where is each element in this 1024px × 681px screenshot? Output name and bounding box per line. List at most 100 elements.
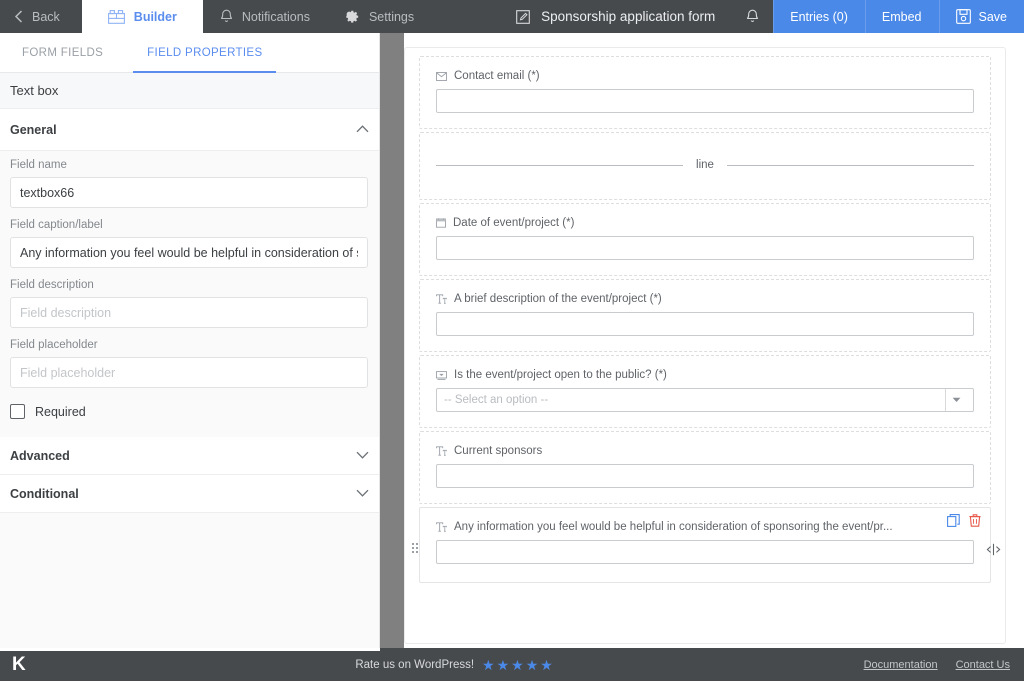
embed-label: Embed	[881, 9, 922, 24]
form-field-brief-description[interactable]: A brief description of the event/project…	[419, 279, 991, 352]
form-field-select[interactable]: -- Select an option --	[436, 388, 974, 412]
form-field-input[interactable]	[436, 540, 974, 564]
duplicate-icon[interactable]	[947, 514, 960, 527]
chevron-down-icon[interactable]	[945, 389, 966, 411]
gear-icon	[344, 9, 360, 25]
field-placeholder-group: Field placeholder	[10, 339, 369, 388]
bell-icon	[220, 9, 233, 24]
form-field-label: Is the event/project open to the public?…	[454, 369, 667, 381]
tab-builder-label: Builder	[133, 9, 177, 24]
tab-settings[interactable]: Settings	[327, 0, 431, 33]
contact-us-link[interactable]: Contact Us	[956, 659, 1010, 671]
star-icon[interactable]: ★	[540, 658, 553, 672]
drag-handle-icon[interactable]	[412, 543, 418, 553]
form-field-label-row: Current sponsors	[436, 445, 974, 457]
form-field-label: Any information you feel would be helpfu…	[454, 521, 893, 533]
star-icon[interactable]: ★	[497, 658, 510, 672]
main-area: FORM FIELDS FIELD PROPERTIES Text box Ge…	[0, 33, 1024, 648]
resize-handle-icon[interactable]	[986, 543, 1001, 556]
form-field-label: A brief description of the event/project…	[454, 293, 662, 305]
line-right	[726, 164, 974, 166]
field-description-group: Field description	[10, 279, 369, 328]
required-checkbox[interactable]	[10, 404, 25, 419]
star-icon[interactable]: ★	[526, 658, 539, 672]
tab-form-fields[interactable]: FORM FIELDS	[0, 33, 125, 73]
back-button[interactable]: Back	[0, 0, 82, 33]
field-description-label: Field description	[10, 279, 94, 291]
field-properties-sidebar: FORM FIELDS FIELD PROPERTIES Text box Ge…	[0, 33, 380, 648]
form-field-input[interactable]	[436, 312, 974, 336]
section-general-body: Field name Field caption/label Field des…	[0, 151, 379, 437]
form-field-contact-email[interactable]: Contact email (*)	[419, 56, 991, 129]
selected-field-type-label: Text box	[10, 83, 59, 98]
footer-links: Documentation Contact Us	[864, 659, 1024, 671]
tab-builder[interactable]: Builder	[81, 0, 203, 33]
footer-progress-indicator	[0, 648, 380, 651]
selected-field-type-header: Text box	[0, 73, 379, 109]
tab-notifications-label: Notifications	[241, 9, 310, 24]
save-label: Save	[978, 9, 1008, 24]
field-name-input[interactable]	[10, 177, 368, 208]
tab-field-properties[interactable]: FIELD PROPERTIES	[125, 33, 284, 73]
form-field-additional-information[interactable]: Any information you feel would be helpfu…	[412, 507, 1001, 583]
tab-field-properties-label: FIELD PROPERTIES	[147, 47, 263, 59]
chevron-down-icon	[356, 488, 369, 500]
save-button[interactable]: Save	[938, 0, 1024, 33]
form-field-line-divider[interactable]: line	[419, 132, 991, 200]
section-advanced-header[interactable]: Advanced	[0, 437, 379, 475]
star-icon[interactable]: ★	[511, 658, 524, 672]
form-field-input[interactable]	[436, 464, 974, 488]
form-field-input[interactable]	[436, 236, 974, 260]
tab-notifications[interactable]: Notifications	[203, 0, 327, 33]
field-placeholder-input[interactable]	[10, 357, 368, 388]
form-field-open-to-public[interactable]: Is the event/project open to the public?…	[419, 355, 991, 428]
chevron-down-icon	[356, 450, 369, 462]
form-field-label-row: A brief description of the event/project…	[436, 293, 974, 305]
form-field-date-of-event[interactable]: Date of event/project (*)	[419, 203, 991, 276]
field-actions	[947, 514, 981, 527]
field-description-input[interactable]	[10, 297, 368, 328]
required-label: Required	[35, 404, 86, 419]
form-title[interactable]: Sponsorship application form	[499, 0, 732, 33]
form-title-text: Sponsorship application form	[541, 9, 716, 24]
form-field-input[interactable]	[436, 89, 974, 113]
star-rating[interactable]: ★ ★ ★ ★ ★	[482, 658, 553, 672]
field-name-label: Field name	[10, 159, 67, 171]
entries-button[interactable]: Entries (0)	[773, 0, 865, 33]
tab-settings-label: Settings	[368, 9, 415, 24]
form-field-select-value: -- Select an option --	[444, 394, 549, 406]
top-navigation-bar: Back Builder Notifications Settings Spon…	[0, 0, 1024, 33]
tab-form-fields-label: FORM FIELDS	[22, 47, 104, 59]
star-icon[interactable]: ★	[482, 658, 495, 672]
chevron-up-icon	[356, 124, 369, 136]
panel-divider[interactable]	[380, 33, 404, 648]
field-placeholder-label: Field placeholder	[10, 339, 98, 351]
section-conditional-label: Conditional	[10, 486, 79, 501]
sidebar-tabs: FORM FIELDS FIELD PROPERTIES	[0, 33, 379, 73]
envelope-icon	[436, 71, 447, 81]
notifications-bell-button[interactable]	[732, 0, 773, 33]
form-field-label-row: Is the event/project open to the public?…	[436, 369, 974, 381]
required-row: Required	[10, 404, 369, 419]
text-format-icon	[436, 522, 447, 532]
back-label: Back	[32, 9, 60, 24]
embed-button[interactable]: Embed	[864, 0, 939, 33]
form-field-label-row: Date of event/project (*)	[436, 217, 974, 229]
form-field-label-row: Contact email (*)	[436, 70, 974, 82]
section-general-label: General	[10, 122, 57, 137]
section-general-header[interactable]: General	[0, 109, 379, 151]
field-name-group: Field name	[10, 159, 369, 208]
form-field-label: Contact email (*)	[454, 70, 540, 82]
bell-icon	[746, 9, 759, 24]
form-field-current-sponsors[interactable]: Current sponsors	[419, 431, 991, 504]
kali-forms-logo: K	[12, 653, 26, 675]
field-caption-input[interactable]	[10, 237, 368, 268]
documentation-link[interactable]: Documentation	[864, 659, 938, 671]
dropdown-icon	[436, 370, 447, 380]
section-conditional-header[interactable]: Conditional	[0, 475, 379, 513]
calendar-icon	[436, 218, 446, 228]
delete-icon[interactable]	[969, 514, 981, 527]
rate-us-block: Rate us on WordPress! ★ ★ ★ ★ ★	[355, 658, 553, 672]
line-left	[436, 164, 684, 166]
lego-brick-icon	[107, 9, 125, 24]
